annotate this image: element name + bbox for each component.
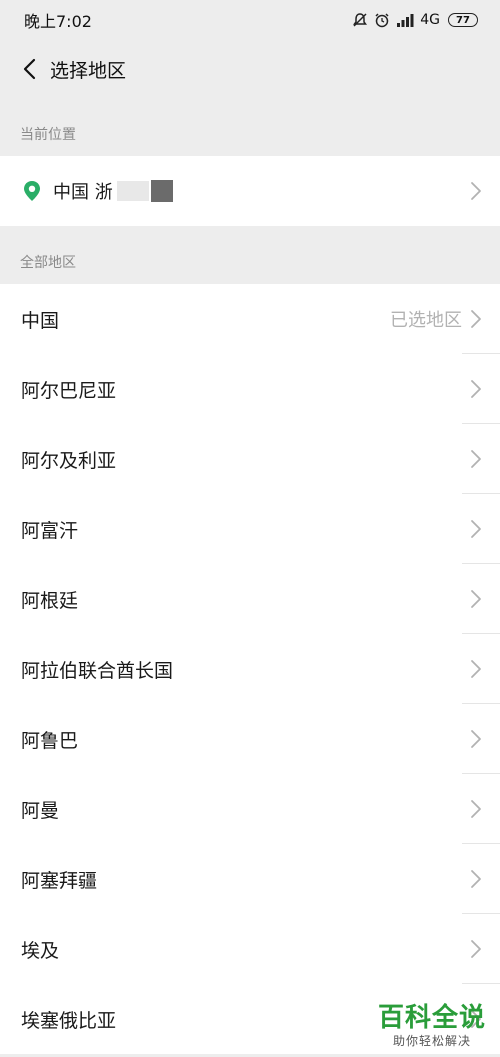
page-title: 选择地区: [50, 59, 127, 82]
silent-icon: [353, 13, 368, 27]
chevron-right-icon: [471, 660, 481, 678]
region-name: 阿尔巴尼亚: [21, 379, 117, 402]
current-location-row[interactable]: 中国 浙: [0, 156, 500, 226]
chevron-right-icon: [471, 800, 481, 818]
region-list-item[interactable]: 阿鲁巴: [0, 704, 500, 774]
region-name: 阿富汗: [21, 519, 79, 542]
status-icons: 4G 77: [352, 12, 478, 28]
nav-bar: 选择地区: [0, 40, 500, 98]
region-name: 阿根廷: [21, 589, 79, 612]
region-list-item[interactable]: 阿尔及利亚: [0, 424, 500, 494]
region-name: 阿鲁巴: [21, 729, 79, 752]
region-list-item[interactable]: 埃及: [0, 914, 500, 984]
region-list-item[interactable]: 阿富汗: [0, 494, 500, 564]
status-time: 晚上7:02: [24, 12, 92, 31]
region-list-item[interactable]: 阿尔巴尼亚: [0, 354, 500, 424]
region-list-item[interactable]: 阿根廷: [0, 564, 500, 634]
network-type: 4G: [420, 12, 440, 28]
redacted-block: [116, 181, 149, 201]
current-location-header: 当前位置: [20, 127, 76, 143]
redacted-block: [150, 180, 173, 202]
chevron-right-icon: [471, 310, 481, 328]
region-name: 阿拉伯联合酋长国: [21, 659, 174, 682]
back-arrow-icon: [23, 58, 36, 80]
alarm-icon: [375, 13, 389, 28]
watermark-subtitle: 助你轻松解决: [392, 1034, 471, 1048]
chevron-right-icon: [471, 940, 481, 958]
selected-region-tag: 已选地区: [390, 310, 462, 331]
region-name: 阿塞拜疆: [21, 869, 98, 892]
chevron-right-icon: [471, 730, 481, 748]
watermark-title: 百科全说: [377, 1003, 486, 1033]
current-location-value: 中国 浙: [53, 182, 113, 203]
all-regions-header: 全部地区: [20, 255, 76, 271]
region-list-item[interactable]: 中国 已选地区: [0, 284, 500, 354]
signal-icon: [397, 14, 414, 27]
region-name: 埃及: [21, 939, 60, 962]
battery-icon: 77: [448, 13, 478, 27]
region-list: 中国 已选地区阿尔巴尼亚阿尔及利亚阿富汗阿根廷阿拉伯联合酋长国 阿鲁巴阿曼阿塞拜疆埃…: [0, 284, 500, 1054]
current-location-text: 中国 浙: [53, 178, 470, 204]
region-name: 阿尔及利亚: [21, 449, 117, 472]
chevron-right-icon: [471, 182, 481, 200]
region-list-item[interactable]: 阿塞拜疆: [0, 844, 500, 914]
chevron-right-icon: [471, 590, 481, 608]
chevron-right-icon: [471, 380, 481, 398]
region-list-item[interactable]: 阿曼: [0, 774, 500, 844]
chevron-right-icon: [471, 870, 481, 888]
chevron-right-icon: [471, 450, 481, 468]
status-bar: 晚上7:02 4G 77: [0, 0, 500, 40]
watermark-logo: 百科全说 助你轻松解决: [378, 1003, 486, 1049]
back-button[interactable]: [14, 54, 44, 84]
region-list-item[interactable]: 阿拉伯联合酋长国: [0, 634, 500, 704]
region-name: 中国: [21, 309, 60, 332]
location-pin-icon: [24, 181, 40, 201]
region-name: 阿曼: [21, 799, 60, 822]
chevron-right-icon: [471, 520, 481, 538]
